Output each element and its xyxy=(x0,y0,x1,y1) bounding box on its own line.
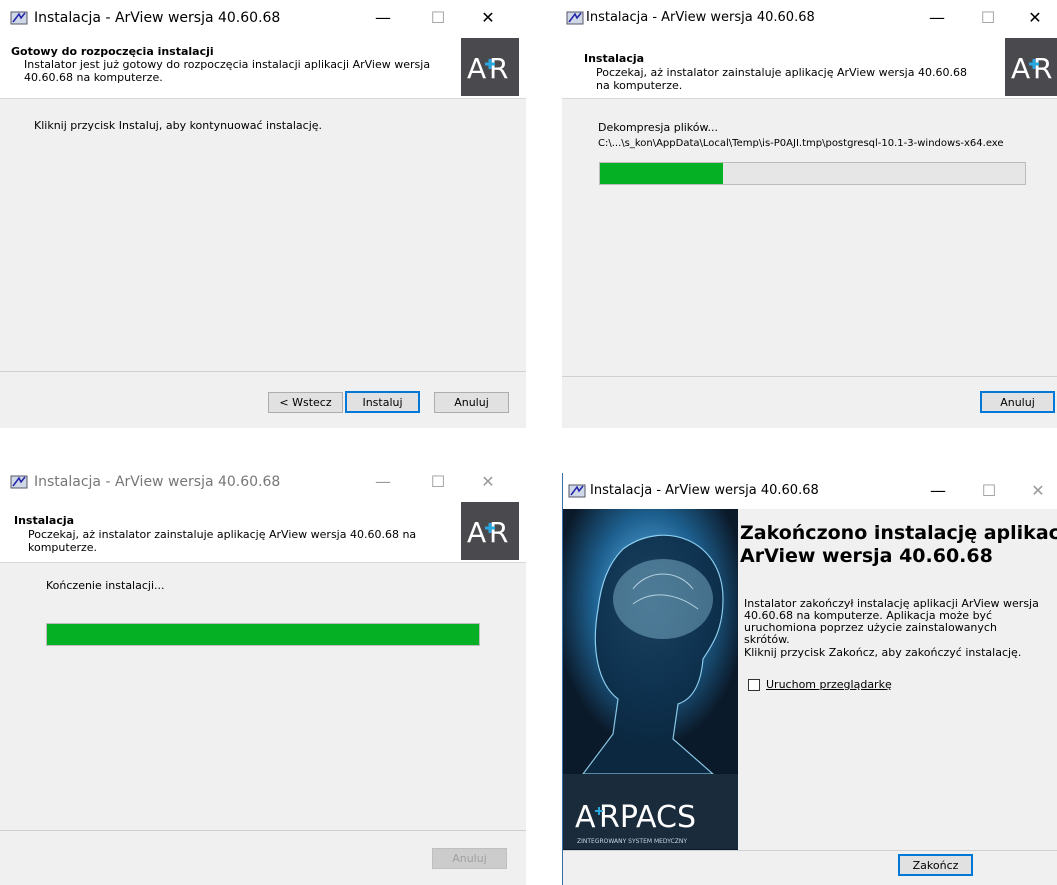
wizard-header: Instalacja Poczekaj, aż instalator zains… xyxy=(0,500,526,563)
file-path-text: C:\...\s_kon\AppData\Local\Temp\is-P0AJI… xyxy=(598,138,1004,149)
finish-instruction: Kliknij przycisk Zakończ, aby zakończyć … xyxy=(744,646,1022,659)
install-button-label: Instaluj xyxy=(362,395,403,409)
maximize-icon: ☐ xyxy=(981,480,997,500)
launch-viewer-checkbox[interactable] xyxy=(748,679,760,691)
close-icon[interactable]: ✕ xyxy=(1012,2,1057,32)
finish-button[interactable]: Zakończ xyxy=(898,854,973,876)
maximize-icon: ☐ xyxy=(430,471,446,491)
title-bar: Instalacja - ArView wersja 40.60.68 — ☐ … xyxy=(563,473,1057,509)
finish-heading-line1: Zakończono instalację aplikacji xyxy=(740,522,1057,544)
installer-icon xyxy=(566,10,584,26)
wizard-footer xyxy=(563,850,1057,885)
installer-window-ready: Instalacja - ArView wersja 40.60.68 — ☐ … xyxy=(0,0,526,428)
finish-heading: Zakończono instalację aplikacji ArView w… xyxy=(740,522,1057,568)
brand-sidebar-image: A RPACS ZINTEGROWANY SYSTEM MEDYCZNY xyxy=(563,509,738,885)
back-button[interactable]: < Wstecz xyxy=(268,392,343,413)
svg-text:A: A xyxy=(467,52,486,85)
cancel-button[interactable]: Anuluj xyxy=(980,391,1055,413)
minimize-icon[interactable]: — xyxy=(360,466,406,496)
cancel-button-label: Anuluj xyxy=(1000,395,1035,409)
installer-icon xyxy=(10,10,28,26)
page-heading: Instalacja xyxy=(14,514,75,527)
installer-window-extracting: Instalacja - ArView wersja 40.60.68 — ☐ … xyxy=(562,0,1057,428)
wizard-header: Gotowy do rozpoczęcia instalacji Instala… xyxy=(0,36,526,99)
minimize-icon[interactable]: — xyxy=(914,2,960,32)
cancel-button[interactable]: Anuluj xyxy=(434,392,509,413)
page-description: Poczekaj, aż instalator zainstaluje apli… xyxy=(596,66,967,92)
cancel-button[interactable]: Anuluj xyxy=(432,848,507,869)
installer-window-finishing: Instalacja - ArView wersja 40.60.68 — ☐ … xyxy=(0,464,526,885)
title-bar: Instalacja - ArView wersja 40.60.68 — ☐ … xyxy=(0,0,526,36)
progress-fill xyxy=(600,163,724,184)
cancel-button-label: Anuluj xyxy=(452,852,487,865)
install-button[interactable]: Instaluj xyxy=(345,391,420,413)
window-title: Instalacja - ArView wersja 40.60.68 xyxy=(590,483,819,498)
cancel-button-label: Anuluj xyxy=(454,396,489,409)
close-icon[interactable]: ✕ xyxy=(465,2,511,32)
instruction-text: Kliknij przycisk Instaluj, aby kontynuow… xyxy=(34,119,323,132)
svg-text:A: A xyxy=(467,516,486,549)
finish-paragraph: Instalator zakończył instalację aplikacj… xyxy=(744,597,1039,646)
window-title: Instalacja - ArView wersja 40.60.68 xyxy=(586,10,815,25)
window-title: Instalacja - ArView wersja 40.60.68 xyxy=(34,474,281,490)
maximize-icon: ☐ xyxy=(430,7,446,27)
status-text: Dekompresja plików... xyxy=(598,121,718,134)
progress-fill xyxy=(47,624,479,645)
page-heading: Gotowy do rozpoczęcia instalacji xyxy=(11,45,214,58)
progress-bar xyxy=(599,162,1026,185)
window-title: Instalacja - ArView wersja 40.60.68 xyxy=(34,10,281,26)
installer-icon xyxy=(10,474,28,490)
title-bar: Instalacja - ArView wersja 40.60.68 — ☐ … xyxy=(0,464,526,500)
svg-text:A: A xyxy=(1011,52,1030,85)
page-heading: Instalacja xyxy=(584,52,645,65)
page-description: Poczekaj, aż instalator zainstaluje apli… xyxy=(28,528,417,554)
svg-text:R: R xyxy=(489,52,508,85)
status-text: Kończenie instalacji... xyxy=(46,579,165,592)
head-scan-illustration: A RPACS ZINTEGROWANY SYSTEM MEDYCZNY xyxy=(563,509,738,849)
installer-icon xyxy=(568,483,586,499)
back-button-label: < Wstecz xyxy=(279,396,332,409)
installer-window-finished: Instalacja - ArView wersja 40.60.68 — ☐ … xyxy=(562,473,1057,885)
progress-bar xyxy=(46,623,480,646)
finish-button-label: Zakończ xyxy=(912,858,959,872)
close-icon[interactable]: ✕ xyxy=(1015,475,1057,505)
svg-text:R: R xyxy=(489,516,508,549)
svg-text:RPACS: RPACS xyxy=(599,800,696,835)
arpacs-tagline: ZINTEGROWANY SYSTEM MEDYCZNY xyxy=(577,838,687,845)
arview-logo: AR xyxy=(461,38,519,96)
wizard-header: Instalacja Poczekaj, aż instalator zains… xyxy=(562,36,1057,99)
close-icon[interactable]: ✕ xyxy=(465,466,511,496)
title-bar: Instalacja - ArView wersja 40.60.68 — ☐ … xyxy=(562,0,1057,36)
minimize-icon[interactable]: — xyxy=(360,2,406,32)
finish-heading-line2: ArView wersja 40.60.68 xyxy=(740,545,993,567)
maximize-icon: ☐ xyxy=(980,7,996,27)
arpacs-logo-text: A xyxy=(575,800,596,835)
svg-text:R: R xyxy=(1033,52,1052,85)
launch-viewer-label[interactable]: Uruchom przeglądarkę xyxy=(766,678,892,691)
minimize-icon[interactable]: — xyxy=(915,475,961,505)
page-description: Instalator jest już gotowy do rozpoczęci… xyxy=(24,58,431,84)
arview-logo: AR xyxy=(461,502,519,560)
arview-logo: AR xyxy=(1005,38,1057,96)
